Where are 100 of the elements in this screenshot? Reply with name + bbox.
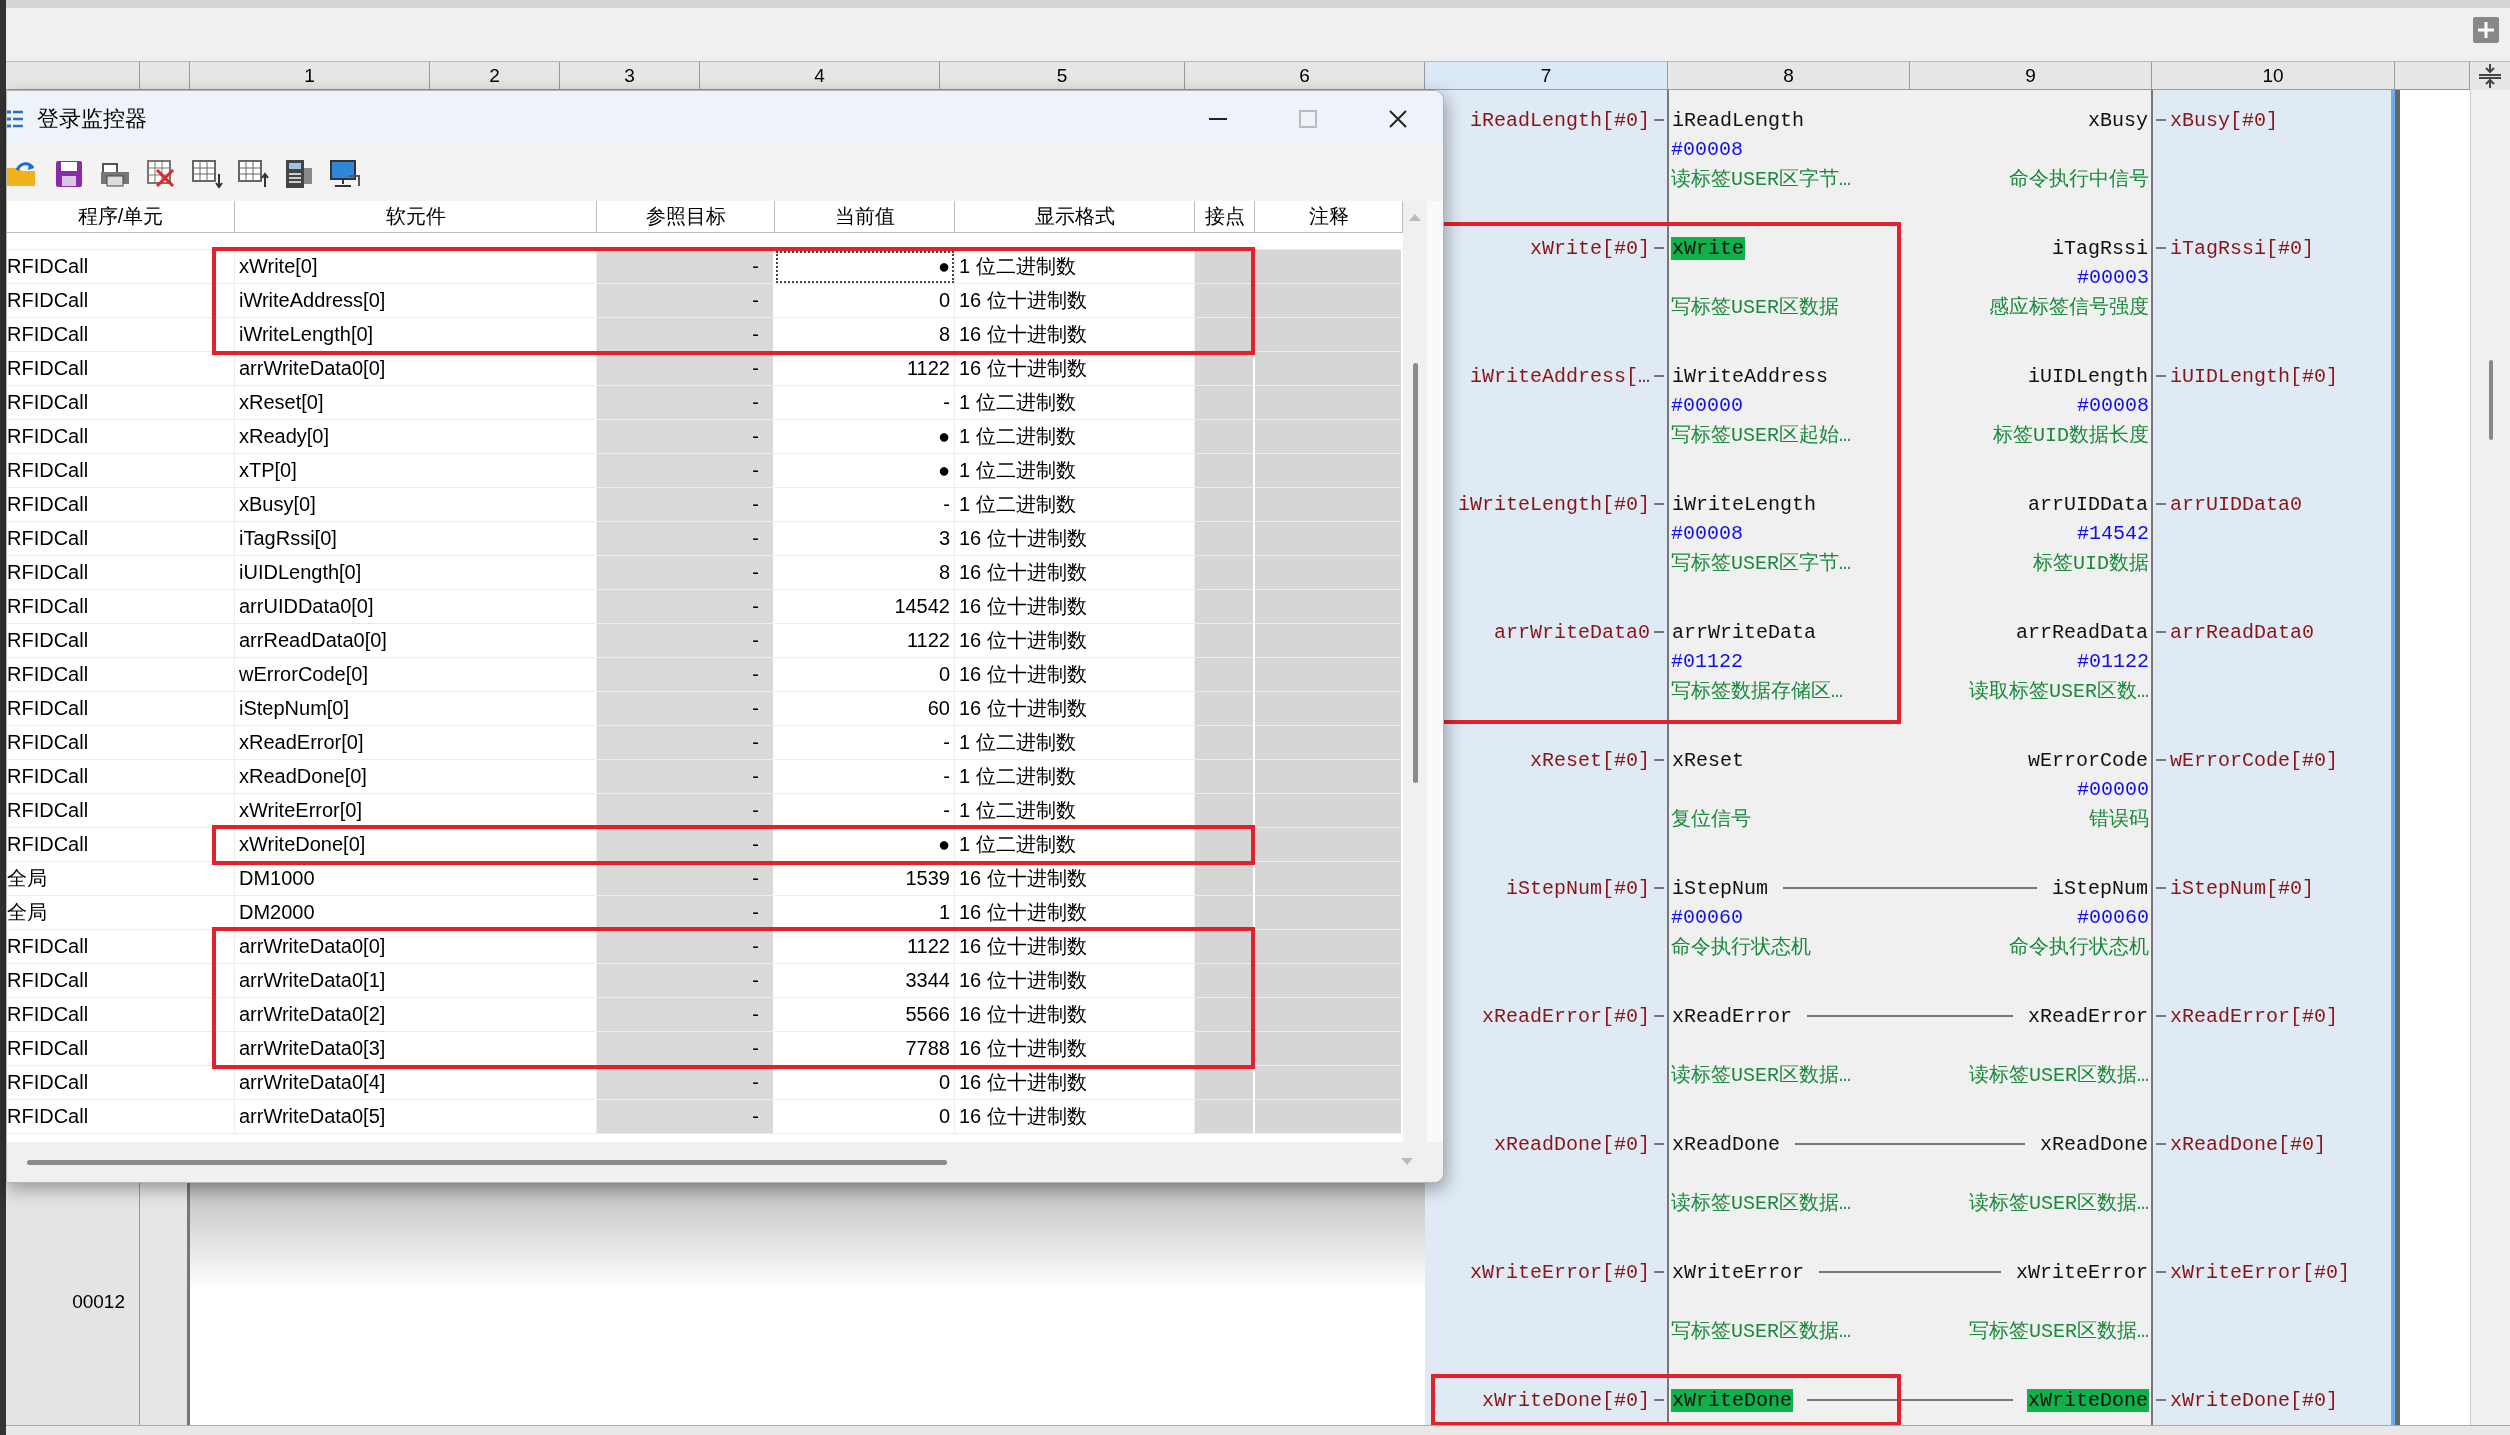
table-cell[interactable]: - [775, 726, 955, 760]
input-pin-name: iWriteLength [1671, 492, 1818, 516]
table-cell: - [597, 386, 775, 420]
window-title: 登录监控器 [37, 104, 148, 133]
table-cell[interactable]: 14542 [775, 590, 955, 624]
column-header[interactable]: 当前值 [775, 201, 955, 233]
pin-comment: 写标签USER区起始… [1671, 423, 1851, 448]
table-cell[interactable]: 1122 [775, 930, 955, 964]
column-header[interactable]: 程序/单元 [7, 201, 235, 233]
table-cell: RFIDCall [7, 828, 235, 862]
output-variable: xBusy[#0] [2170, 108, 2279, 132]
column-header: 8 [1668, 62, 1910, 90]
delete-table-icon[interactable] [145, 157, 177, 190]
table-cell[interactable]: 1539 [775, 862, 955, 896]
table-cell[interactable]: ● [775, 828, 955, 862]
table-cell: arrReadData0[0] [235, 624, 597, 658]
table-down-icon[interactable] [191, 157, 223, 190]
output-variable: xWriteDone[#0] [2170, 1388, 2339, 1412]
table-cell: - [597, 896, 775, 930]
table-cell: RFIDCall [7, 794, 235, 828]
table-cell[interactable]: 1 [775, 896, 955, 930]
split-handle-icon[interactable] [2477, 63, 2503, 89]
table-cell[interactable]: 3344 [775, 964, 955, 998]
table-cell[interactable]: 1122 [775, 352, 955, 386]
scrollbar-thumb[interactable] [27, 1159, 947, 1165]
input-variable: iReadLength[#0] [1469, 108, 1650, 132]
table-cell: xReadError[0] [235, 726, 597, 760]
wire-line [1654, 759, 1664, 761]
table-cell: DM1000 [235, 862, 597, 896]
pin-comment: 读标签USER区数据… [1671, 1191, 1851, 1216]
table-cell[interactable]: 3 [775, 522, 955, 556]
table-cell[interactable]: 8 [775, 556, 955, 590]
output-variable: arrReadData0 [2170, 620, 2315, 644]
table-cell[interactable]: 8 [775, 318, 955, 352]
table-cell[interactable]: 1122 [775, 624, 955, 658]
table-cell: xWrite[0] [235, 250, 597, 284]
column-header[interactable]: 显示格式 [955, 201, 1195, 233]
column-header: 5 [940, 62, 1185, 90]
table-cell: - [597, 1032, 775, 1066]
table-cell[interactable]: - [775, 794, 955, 828]
input-pin-name: iStepNum [1671, 876, 1769, 900]
table-cell[interactable]: ● [775, 420, 955, 454]
table-cell[interactable]: 0 [775, 284, 955, 318]
pin-comment: 标签UID数据长度 [1993, 423, 2149, 448]
scrollbar-thumb[interactable] [1412, 363, 1418, 783]
table-cell[interactable]: - [775, 386, 955, 420]
table-cell: RFIDCall [7, 250, 235, 284]
pin-value: #00060 [2077, 906, 2149, 929]
pin-comment: 读标签USER区数据… [1969, 1063, 2149, 1088]
output-pin-name: xWriteDone [2026, 1388, 2149, 1412]
table-cell: - [597, 1100, 775, 1134]
table-cell[interactable]: ● [775, 454, 955, 488]
close-icon[interactable] [1387, 107, 1409, 130]
table-cell [1195, 896, 1255, 930]
table-cell: xTP[0] [235, 454, 597, 488]
pin-value: #14542 [2077, 522, 2149, 545]
table-cell[interactable]: 7788 [775, 1032, 955, 1066]
wire-line [2156, 631, 2166, 633]
table-cell[interactable]: 5566 [775, 998, 955, 1032]
wire-line [2156, 375, 2166, 377]
column-header: 3 [560, 62, 700, 90]
table-up-icon[interactable] [237, 157, 269, 190]
table-cell: RFIDCall [7, 624, 235, 658]
wire-line [1654, 247, 1664, 249]
table-cell[interactable]: 60 [775, 692, 955, 726]
pin-value: #00008 [1671, 138, 1743, 161]
table-cell [1195, 760, 1255, 794]
input-variable: xWrite[#0] [1529, 236, 1650, 260]
pin-comment: 写标签USER区字节… [1671, 551, 1851, 576]
input-variable: iStepNum[#0] [1505, 876, 1650, 900]
pin-value: #01122 [2077, 650, 2149, 673]
table-cell[interactable]: 0 [775, 1066, 955, 1100]
column-header[interactable]: 接点 [1195, 201, 1255, 233]
column-header: 4 [700, 62, 940, 90]
input-variable: xReadDone[#0] [1493, 1132, 1650, 1156]
table-cell[interactable]: - [775, 760, 955, 794]
column-header[interactable]: 注释 [1255, 201, 1403, 233]
column-header[interactable]: 参照目标 [597, 201, 775, 233]
device-icon[interactable] [283, 157, 315, 190]
output-variable: wErrorCode[#0] [2170, 748, 2339, 772]
table-cell[interactable]: ● [775, 250, 955, 284]
pin-comment: 写标签USER区数据 [1671, 295, 1839, 320]
table-cell: iWriteAddress[0] [235, 284, 597, 318]
table-cell [1195, 454, 1255, 488]
pin-value: #00000 [2077, 778, 2149, 801]
table-cell[interactable]: 0 [775, 658, 955, 692]
pin-value: #00008 [1671, 522, 1743, 545]
table-cell: 全局 [7, 862, 235, 896]
monitor-icon[interactable] [329, 157, 361, 190]
table-cell: RFIDCall [7, 318, 235, 352]
wire-line [2156, 1271, 2166, 1273]
output-pin-name: xReadDone [2038, 1132, 2149, 1156]
scrollbar-track[interactable] [6, 1425, 2510, 1435]
table-cell [1195, 590, 1255, 624]
rung-number: 00012 [72, 1291, 125, 1313]
table-cell: RFIDCall [7, 488, 235, 522]
scrollbar-thumb[interactable] [2488, 360, 2493, 440]
table-cell[interactable]: - [775, 488, 955, 522]
table-cell[interactable]: 0 [775, 1100, 955, 1134]
column-header[interactable]: 软元件 [235, 201, 597, 233]
